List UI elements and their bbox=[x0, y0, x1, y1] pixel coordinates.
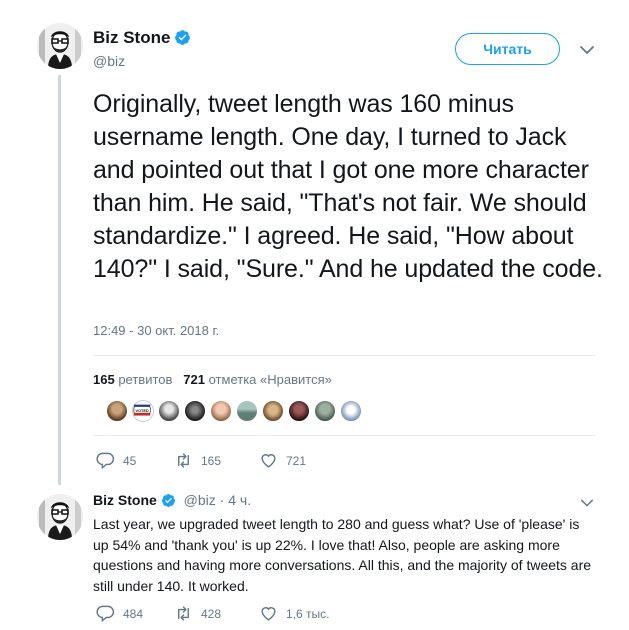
separator-dot: · bbox=[219, 492, 225, 508]
tweet-text: Originally, tweet length was 160 minus u… bbox=[93, 90, 603, 283]
avatar[interactable] bbox=[37, 23, 83, 69]
reply-icon bbox=[96, 452, 115, 470]
reply-icon bbox=[96, 605, 115, 623]
reply-tweet-text: Last year, we upgraded tweet length to 2… bbox=[93, 516, 592, 594]
reply-count: 45 bbox=[123, 453, 137, 468]
retweet-button[interactable]: 165 bbox=[174, 451, 259, 470]
liker-avatar[interactable] bbox=[210, 400, 232, 422]
thread-connector-line bbox=[58, 75, 61, 485]
reply-header: Biz Stone @biz · 4 ч. bbox=[93, 492, 251, 508]
reply-time-ago[interactable]: 4 ч. bbox=[228, 492, 251, 508]
avatar-illustration bbox=[37, 494, 83, 540]
liker-avatar[interactable] bbox=[314, 400, 336, 422]
like-count: 721 bbox=[286, 453, 307, 468]
chevron-down-icon[interactable] bbox=[579, 42, 595, 58]
likes-label[interactable]: отметка «Нравится» bbox=[209, 372, 332, 387]
verified-badge-icon bbox=[161, 493, 176, 508]
heart-icon bbox=[261, 454, 276, 468]
tweet-actions: 45 165 721 bbox=[96, 451, 306, 470]
like-button[interactable]: 1,6 тыс. bbox=[259, 604, 329, 623]
liker-avatar[interactable] bbox=[184, 400, 206, 422]
like-count: 1,6 тыс. bbox=[286, 606, 330, 621]
reply-author-name[interactable]: Biz Stone bbox=[93, 492, 157, 508]
heart-icon bbox=[261, 607, 276, 621]
follow-button[interactable]: Читать bbox=[455, 33, 560, 65]
liker-avatar[interactable] bbox=[340, 400, 362, 422]
like-button[interactable]: 721 bbox=[259, 451, 306, 470]
divider bbox=[93, 435, 596, 436]
likes-count[interactable]: 721 bbox=[183, 372, 205, 387]
liker-avatar[interactable] bbox=[158, 400, 180, 422]
author-name[interactable]: Biz Stone bbox=[93, 28, 170, 47]
liker-avatar[interactable] bbox=[288, 400, 310, 422]
author-handle[interactable]: @biz bbox=[93, 53, 125, 69]
retweet-count: 165 bbox=[201, 453, 222, 468]
retweet-icon bbox=[178, 453, 189, 468]
avatar[interactable] bbox=[37, 494, 83, 540]
retweets-label[interactable]: ретвитов bbox=[118, 372, 172, 387]
svg-text:VOTED: VOTED bbox=[136, 409, 149, 413]
reply-author-handle[interactable]: @biz bbox=[184, 492, 216, 508]
reply-button[interactable]: 484 bbox=[96, 604, 174, 623]
reply-button[interactable]: 45 bbox=[96, 451, 174, 470]
liker-avatars: VOTED bbox=[106, 400, 362, 422]
verified-badge-icon bbox=[174, 29, 191, 46]
retweets-count[interactable]: 165 bbox=[93, 372, 115, 387]
reply-tweet-actions: 484 428 1,6 тыс. bbox=[96, 604, 329, 623]
divider bbox=[93, 355, 596, 356]
liker-avatar[interactable]: VOTED bbox=[132, 400, 154, 422]
retweet-count: 428 bbox=[201, 606, 222, 621]
avatar-illustration bbox=[37, 23, 83, 69]
tweet-timestamp[interactable]: 12:49 - 30 окт. 2018 г. bbox=[93, 323, 219, 338]
engagement-stats: 165 ретвитов 721 отметка «Нравится» bbox=[93, 372, 332, 387]
chevron-down-icon[interactable] bbox=[580, 496, 594, 510]
liker-avatar[interactable] bbox=[236, 400, 258, 422]
reply-count: 484 bbox=[123, 606, 144, 621]
liker-avatar[interactable] bbox=[262, 400, 284, 422]
liker-avatar[interactable] bbox=[106, 400, 128, 422]
retweet-icon bbox=[178, 606, 189, 621]
retweet-button[interactable]: 428 bbox=[174, 604, 259, 623]
